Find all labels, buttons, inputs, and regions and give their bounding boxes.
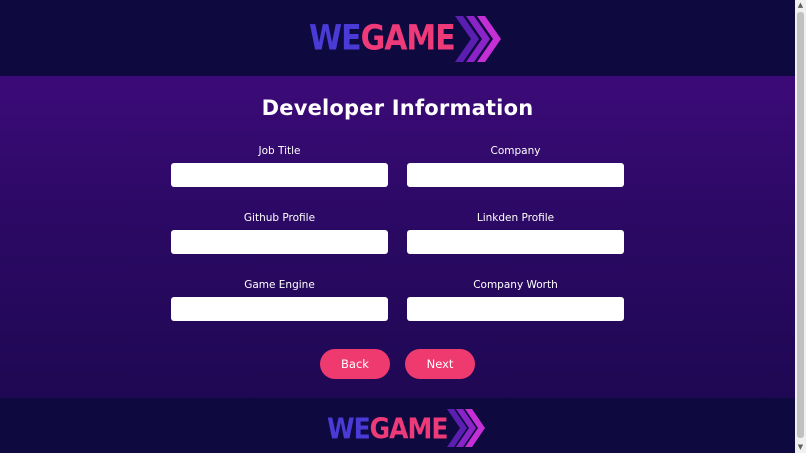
scroll-down-arrow-icon[interactable]: ▼ [795,442,806,453]
footer-logo[interactable]: WEGAME [327,406,486,450]
job-title-label: Job Title [258,145,301,157]
game-engine-label: Game Engine [244,279,315,291]
company-worth-input[interactable] [407,297,624,321]
game-engine-input[interactable] [171,297,388,321]
scroll-up-arrow-icon[interactable]: ▲ [795,0,806,11]
chevron-arrows-icon [447,409,486,447]
back-button[interactable]: Back [320,349,390,379]
logo-text-game: GAME [360,18,456,59]
company-label: Company [490,145,541,157]
footer-logo-text-we: WE [327,411,371,445]
github-profile-label: Github Profile [243,212,316,224]
scrollbar-thumb[interactable] [797,12,804,438]
footer-logo-text-game: GAME [369,411,449,445]
company-input[interactable] [407,163,624,187]
form-title: Developer Information [261,96,534,120]
header-logo[interactable]: WEGAME [309,12,501,66]
vertical-scrollbar[interactable]: ▲ ▼ [795,0,806,453]
linkedin-profile-input[interactable] [407,230,624,254]
header: WEGAME [0,0,795,76]
github-profile-input[interactable] [171,230,388,254]
form-section [0,76,795,398]
logo-text-we: WE [309,18,362,59]
footer-logo-text: WEGAME [327,411,449,445]
footer: WEGAME [0,398,795,453]
next-button[interactable]: Next [405,349,475,379]
linkedin-profile-label: Linkden Profile [476,212,555,224]
logo-text: WEGAME [309,21,456,57]
company-worth-label: Company Worth [473,279,558,291]
page: WEGAME Developer Information Job Title C… [0,0,795,453]
job-title-input[interactable] [171,163,388,187]
chevron-arrows-icon [454,16,501,62]
